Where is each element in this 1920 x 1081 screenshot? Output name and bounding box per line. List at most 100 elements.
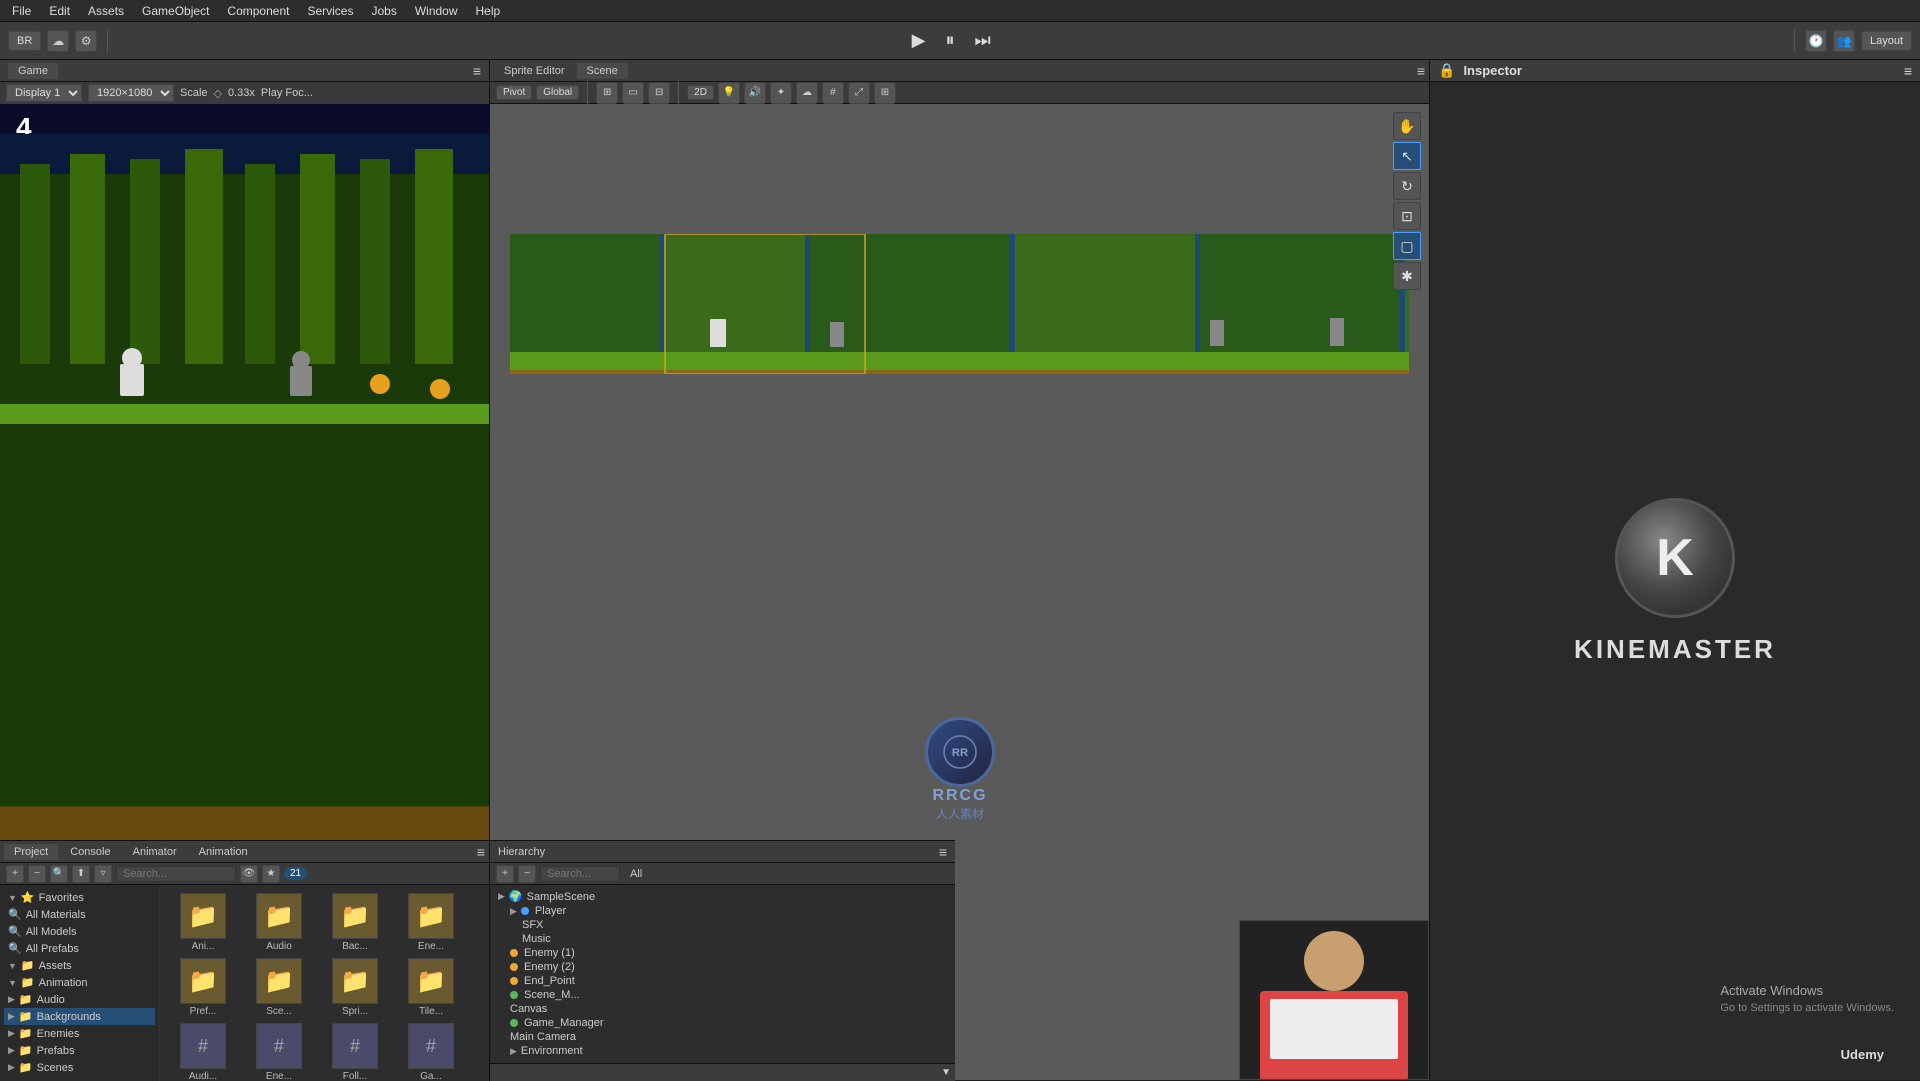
list-item[interactable]: # Audi... [168,1023,238,1081]
pause-button[interactable]: ⏸ [939,28,960,53]
menu-services[interactable]: Services [299,2,361,20]
custom-tool-btn[interactable]: ✱ [1393,262,1421,290]
add-project-btn[interactable]: + [6,865,24,883]
all-prefabs-item[interactable]: 🔍 All Prefabs [4,940,155,957]
audio-folder[interactable]: ▶ 📁 Audio [4,991,155,1008]
scene-tab-menu[interactable]: ≡ [1417,63,1425,79]
minus-hierarchy-btn[interactable]: − [518,865,536,883]
hier-player[interactable]: ▶ Player [494,904,951,918]
hierarchy-menu[interactable]: ≡ [939,844,947,860]
list-item[interactable]: 📁 Tile... [396,958,466,1017]
game-tab-menu[interactable]: ≡ [473,63,481,79]
favorites-arrow[interactable]: ▼ [8,893,17,903]
list-item[interactable]: # Ga... [396,1023,466,1081]
play-button[interactable]: ▶ [906,28,932,53]
layout-button[interactable]: Layout [1861,31,1912,51]
game-display-select[interactable]: Display 1 [6,84,82,102]
expand-icon[interactable]: ⤢ [848,82,870,104]
console-tab[interactable]: Console [60,844,120,860]
list-item[interactable]: 📁 Ene... [396,893,466,952]
menu-assets[interactable]: Assets [80,2,132,20]
hier-scene-m[interactable]: Scene_M... [494,988,951,1002]
animation-folder[interactable]: ▼ 📁 Animation [4,974,155,991]
lock-icon: 🔒 [1438,62,1455,79]
sound-icon[interactable]: 🔊 [744,82,766,104]
grid-icon[interactable]: # [822,82,844,104]
canvas-label: Canvas [510,1003,547,1015]
grid-view-icon[interactable]: ⊞ [596,82,618,104]
menu-component[interactable]: Component [219,2,297,20]
hier-enemy1[interactable]: Enemy (1) [494,946,951,960]
step-button[interactable]: ⏭ [968,28,996,53]
inspector-menu[interactable]: ≡ [1904,63,1912,79]
star-icon[interactable]: ★ [262,865,280,883]
rect-tool-icon[interactable]: ▭ [622,82,644,104]
all-models-item[interactable]: 🔍 All Models [4,923,155,940]
hierarchy-search-input[interactable] [540,866,620,882]
list-item[interactable]: 📁 Ani... [168,893,238,952]
fx-icon[interactable]: ✦ [770,82,792,104]
hier-end-point[interactable]: End_Point [494,974,951,988]
sky-icon[interactable]: ☁ [796,82,818,104]
list-item[interactable]: # Foll... [320,1023,390,1081]
eye-icon[interactable]: 👁 [240,865,258,883]
menu-file[interactable]: File [4,2,39,20]
animation-tab[interactable]: Animation [189,844,258,860]
hier-sample-scene[interactable]: ▶ 🌍 SampleScene [494,889,951,904]
add-hierarchy-btn[interactable]: + [496,865,514,883]
settings-button[interactable]: ⚙ [75,30,97,52]
mode-2d-button[interactable]: 2D [687,85,714,100]
hier-enemy2[interactable]: Enemy (2) [494,960,951,974]
hand-tool-btn[interactable]: ✋ [1393,112,1421,140]
hier-music[interactable]: Music [494,932,951,946]
import-icon[interactable]: ⬆ [72,865,90,883]
hier-environment[interactable]: ▶ Environment [494,1044,951,1058]
history-button[interactable]: 🕐 [1805,30,1827,52]
pivot-button[interactable]: Pivot [496,85,532,100]
layers-icon[interactable]: ⊞ [874,82,896,104]
list-item[interactable]: 📁 Audio [244,893,314,952]
list-item[interactable]: 📁 Sce... [244,958,314,1017]
project-search-input[interactable] [116,866,236,882]
collab-button[interactable]: 👥 [1833,30,1855,52]
sprite-editor-tab[interactable]: Sprite Editor [494,63,575,79]
minus-project-btn[interactable]: − [28,865,46,883]
project-tab[interactable]: Project [4,844,58,860]
list-item[interactable]: # Ene... [244,1023,314,1081]
search-project-icon[interactable]: 🔍 [50,865,68,883]
select-tool-btn[interactable]: ↖ [1393,142,1421,170]
game-tab-label[interactable]: Game [8,63,58,79]
menu-window[interactable]: Window [407,2,466,20]
hier-canvas[interactable]: Canvas [494,1002,951,1016]
list-item[interactable]: 📁 Spri... [320,958,390,1017]
scale-tool-btn[interactable]: ⊡ [1393,202,1421,230]
scene-tab[interactable]: Scene [577,63,628,79]
global-button[interactable]: Global [536,85,579,100]
prefabs-folder[interactable]: ▶ 📁 Prefabs [4,1042,155,1059]
hier-sfx[interactable]: SFX [494,918,951,932]
all-materials-item[interactable]: 🔍 All Materials [4,906,155,923]
project-menu[interactable]: ≡ [477,844,485,860]
menu-edit[interactable]: Edit [41,2,78,20]
animator-tab[interactable]: Animator [123,844,187,860]
cloud-button[interactable]: ☁ [47,30,69,52]
filter-icon[interactable]: ▿ [94,865,112,883]
light-icon[interactable]: 💡 [718,82,740,104]
game-resolution-select[interactable]: 1920×1080 [88,84,174,102]
menu-help[interactable]: Help [468,2,509,20]
scenes-folder[interactable]: ▶ 📁 Scenes [4,1059,155,1076]
list-item[interactable]: 📁 Bac... [320,893,390,952]
menu-gameobject[interactable]: GameObject [134,2,217,20]
enemies-folder[interactable]: ▶ 📁 Enemies [4,1025,155,1042]
align-icon[interactable]: ⊟ [648,82,670,104]
backgrounds-folder[interactable]: ▶ 📁 Backgrounds [4,1008,155,1025]
scroll-down-icon[interactable]: ▼ [941,1067,951,1078]
assets-arrow[interactable]: ▼ [8,961,17,971]
rotate-tool-btn[interactable]: ↻ [1393,172,1421,200]
list-item[interactable]: 📁 Pref... [168,958,238,1017]
menu-jobs[interactable]: Jobs [363,2,404,20]
hier-main-camera[interactable]: Main Camera [494,1030,951,1044]
account-button[interactable]: BR [8,31,41,51]
hier-game-manager[interactable]: Game_Manager [494,1016,951,1030]
rect-transform-btn[interactable]: ▢ [1393,232,1421,260]
